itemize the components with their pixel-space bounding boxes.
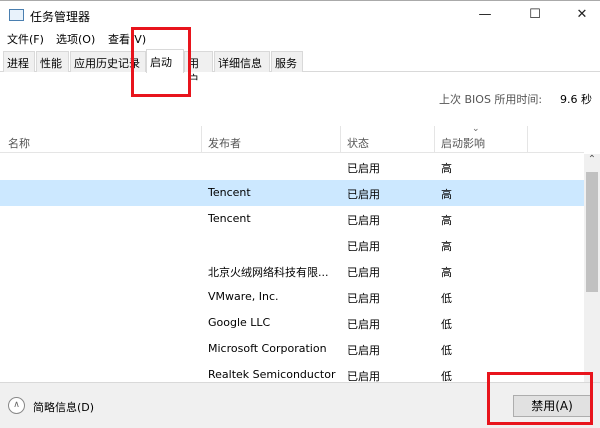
cell-status: 已启用: [347, 188, 380, 201]
sort-descending-icon: ⌄: [472, 124, 480, 134]
minimize-button[interactable]: —: [470, 5, 500, 25]
cell-impact: 高: [441, 266, 452, 279]
cell-publisher: Tencent: [208, 212, 251, 225]
cell-status: 已启用: [347, 292, 380, 305]
vertical-scrollbar[interactable]: ⌃: [584, 154, 600, 382]
column-divider[interactable]: [340, 126, 341, 153]
column-header-row: 名称 发布者 状态 启动影响 ⌄: [0, 124, 584, 153]
cell-status: 已启用: [347, 162, 380, 175]
maximize-button[interactable]: ☐: [520, 5, 550, 25]
chevron-up-icon[interactable]: ∧: [8, 397, 25, 414]
table-row[interactable]: Google LLC 已启用 低: [0, 310, 584, 336]
menu-bar: 文件(F) 选项(O) 查看(V): [0, 28, 600, 48]
cell-publisher: Google LLC: [208, 316, 271, 329]
scrollbar-thumb[interactable]: [586, 172, 598, 292]
cell-publisher: 北京火绒网络科技有限...: [208, 266, 329, 279]
cell-status: 已启用: [347, 344, 380, 357]
cell-impact: 低: [441, 318, 452, 331]
cell-status: 已启用: [347, 370, 380, 382]
cell-impact: 低: [441, 344, 452, 357]
table-row[interactable]: Tencent 已启用 高: [0, 206, 584, 232]
title-bar: 任务管理器 — ☐ ✕: [0, 0, 600, 28]
tab-bar: 进程 性能 应用历史记录 启动 用户 详细信息 服务: [0, 49, 600, 86]
cell-publisher: Tencent: [208, 186, 251, 199]
tab-processes[interactable]: 进程: [3, 51, 35, 72]
table-row[interactable]: 已启用 高: [0, 154, 584, 180]
cell-impact: 低: [441, 292, 452, 305]
highlight-box-disable-button: [487, 372, 593, 425]
startup-list: 已启用高 Tencent 已启用高 Tencent 已启用高已启用高北京火绒网络科技有限…: [0, 154, 584, 382]
tab-performance[interactable]: 性能: [36, 51, 69, 72]
cell-impact: 高: [441, 240, 452, 253]
window-title: 任务管理器: [30, 10, 91, 24]
bios-time-value: 9.6 秒: [560, 93, 592, 106]
cell-impact: 高: [441, 188, 452, 201]
menu-file[interactable]: 文件(F): [7, 31, 44, 47]
cell-impact: 高: [441, 162, 452, 175]
tab-services[interactable]: 服务: [271, 51, 303, 72]
fewer-details-link[interactable]: 简略信息(D): [33, 399, 94, 415]
bios-time-label: 上次 BIOS 所用时间:: [439, 93, 543, 106]
cell-impact: 低: [441, 370, 452, 382]
table-row[interactable]: Microsoft Corporation 已启用 低: [0, 336, 584, 362]
column-divider[interactable]: [527, 126, 528, 153]
column-publisher[interactable]: 发布者: [208, 135, 241, 151]
task-manager-icon: [9, 9, 24, 21]
column-divider[interactable]: [434, 126, 435, 153]
column-impact[interactable]: 启动影响: [441, 135, 485, 151]
column-divider[interactable]: [201, 126, 202, 153]
cell-publisher: VMware, Inc.: [208, 290, 279, 303]
tab-details[interactable]: 详细信息: [214, 51, 270, 72]
table-row[interactable]: Tencent 已启用 高: [0, 180, 584, 206]
cell-status: 已启用: [347, 214, 380, 227]
scroll-up-icon[interactable]: ⌃: [584, 154, 600, 170]
cell-status: 已启用: [347, 266, 380, 279]
highlight-box-startup-tab: [131, 27, 191, 97]
cell-status: 已启用: [347, 240, 380, 253]
cell-status: 已启用: [347, 318, 380, 331]
cell-publisher: Microsoft Corporation: [208, 342, 327, 355]
column-name[interactable]: 名称: [8, 135, 30, 151]
menu-options[interactable]: 选项(O): [56, 31, 95, 47]
close-button[interactable]: ✕: [567, 5, 597, 25]
table-row[interactable]: 北京火绒网络科技有限... 已启用 高: [0, 258, 584, 284]
column-status[interactable]: 状态: [347, 135, 369, 151]
table-row[interactable]: VMware, Inc. 已启用 低: [0, 284, 584, 310]
cell-publisher: Realtek Semiconductor: [208, 368, 336, 381]
table-row[interactable]: 已启用 高: [0, 232, 584, 258]
cell-impact: 高: [441, 214, 452, 227]
